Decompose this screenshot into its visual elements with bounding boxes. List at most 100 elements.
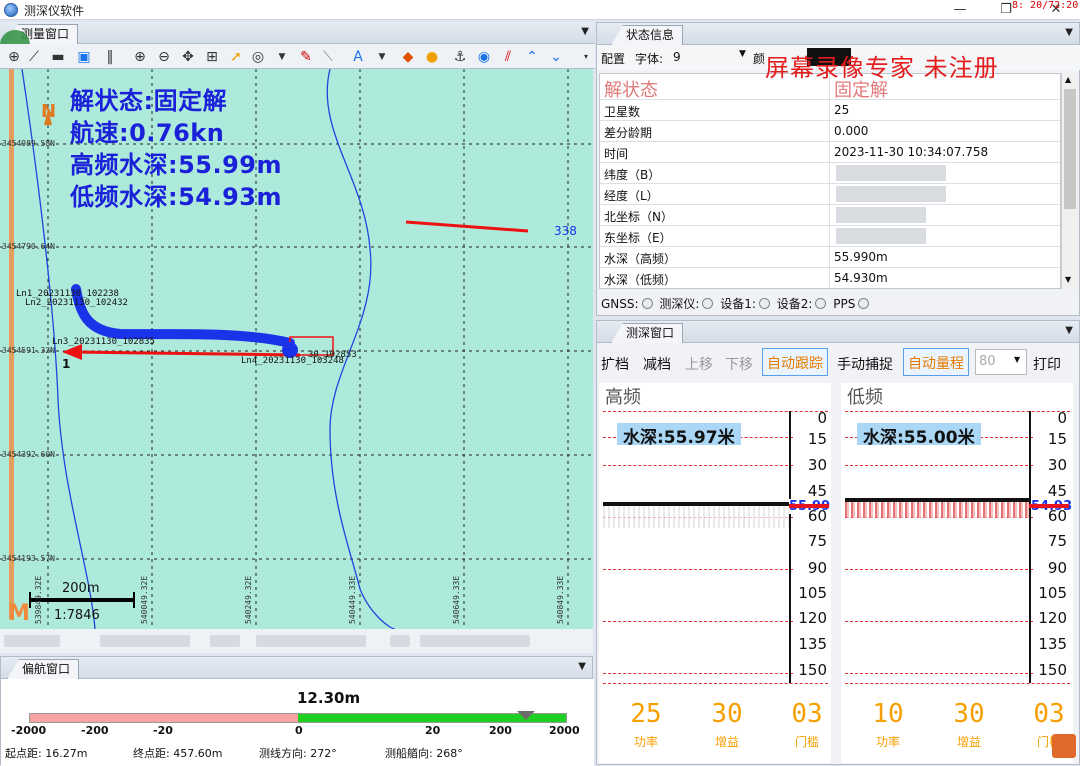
select-icon[interactable]: ➚ [228,49,244,65]
scroll-down-icon[interactable]: ▼ [1065,275,1071,284]
chevron-down-icon[interactable]: ▼ [578,661,586,672]
pause-icon[interactable]: ‖ [102,49,118,65]
status-scrollbar[interactable]: ▲ ▼ [1061,73,1079,289]
image-icon[interactable]: ▣ [76,49,92,65]
table-row: 东坐标（E） [600,226,1060,247]
low-threshold-value: 03 [1033,699,1065,729]
table-row: 北坐标（N） [600,205,1060,226]
gain-label: 增益 [714,735,739,749]
expand-button[interactable]: 扩档 [601,354,629,374]
device1-label: 设备1: [720,297,756,311]
truck-icon[interactable]: ▬ [50,49,66,65]
nav-tick: 2000 [549,724,580,737]
zoom-out-icon[interactable]: ⊖ [156,49,172,65]
nav-tick: -200 [81,724,109,737]
auto-range-button[interactable]: 自动量程 [903,348,969,376]
zoom-box-icon[interactable]: ⊞ [204,49,220,65]
up-icon[interactable]: ⌃ [524,49,540,65]
high-threshold-value: 03 [791,699,823,729]
location-icon[interactable]: ◉ [476,49,492,65]
table-row: 水深（高频） 55.990m [600,247,1060,268]
gnss-indicator-icon [641,298,653,309]
low-freq-depth-axis [1029,411,1031,683]
chevron-down-icon[interactable]: ▼ [739,49,746,59]
tab-sounder-window[interactable]: 测深窗口 [611,323,684,343]
row-value: 0.000 [834,124,869,138]
print-button[interactable]: 打印 [1033,354,1061,374]
auto-track-button[interactable]: 自动跟踪 [762,348,828,376]
down-icon[interactable]: ⌄ [548,49,564,65]
start-marker: 1 [62,357,71,371]
y-coord-label: 3454591.32N [2,346,55,355]
toolbar-overflow-icon[interactable]: ▾ [578,49,594,65]
row-value: 25 [834,103,850,117]
chevron-down-icon[interactable]: ▼ [1065,27,1073,38]
zoom-in-icon[interactable]: ⊕ [132,49,148,65]
x-coord-label: 540249.32E [244,575,253,624]
scale-label: 75 [1047,532,1067,550]
scale-label: 135 [1038,635,1067,653]
scale-label: 15 [1047,430,1067,448]
scale-label: 120 [798,609,827,627]
minimize-button[interactable]: — [940,0,980,20]
map-canvas[interactable]: N 解状态:固定解 航速:0.76kn 高频水深:55.99m 低频水深:54.… [0,69,593,629]
ruler-icon[interactable]: ⟋ [26,49,42,65]
status-window-tabbar: 状态信息 ▼ [597,23,1079,45]
move-down-button[interactable]: 下移 [725,354,753,374]
move-up-button[interactable]: 上移 [685,354,713,374]
y-coord-label: 3454392.60N [2,450,55,459]
y-coord-label: 3454193.57N [2,554,55,563]
high-freq-depth-axis [789,411,791,683]
dropdown-icon[interactable]: ▼ [274,49,290,65]
range-select[interactable]: 80 ▼ [975,349,1027,375]
solution-status-text: 解状态:固定解 [70,87,228,115]
row-key: 经度（L） [604,189,659,203]
high-freq-title: 高频 [605,387,641,408]
reduce-button[interactable]: 减档 [643,354,671,374]
north-label: N [41,101,57,122]
chevron-down-icon[interactable]: ▼ [1065,325,1073,336]
row-key: 水深（高频） [604,252,677,266]
boat-icon[interactable]: ⚓ [452,49,468,65]
nav-tick: 200 [489,724,512,737]
scale-bar [30,598,134,602]
gps-icon[interactable]: ⊕ [6,49,22,65]
left-orange-band [9,69,14,619]
survey-line-main [74,350,301,357]
table-row: 纬度（B） [600,163,1060,184]
low-freq-echogram: 低频 水深:55.00米 54.93 0 15 30 45 60 75 90 1… [841,383,1073,763]
tab-nav-window[interactable]: 偏航窗口 [7,659,80,679]
wand-icon[interactable]: ⟍ [320,49,336,65]
nav-tick: 0 [295,724,303,737]
fire-icon[interactable]: ◆ [400,49,416,65]
sun-icon[interactable]: ● [424,49,440,65]
scroll-thumb[interactable] [1064,89,1076,209]
pps-label: PPS [833,297,856,311]
config-label[interactable]: 配置 [601,50,625,67]
scale-label: 45 [1047,482,1067,500]
line-label-ln4: Ln4_20231130_103248 [241,356,344,366]
pin-icon[interactable]: ✎ [298,49,314,65]
lines-icon[interactable]: ⫽ [500,49,516,65]
x-coord-label: 540049.32E [140,575,149,624]
font-size-select[interactable]: 9 [673,50,681,64]
recorder-tray-icon[interactable] [1052,734,1076,758]
globe-icon[interactable]: ◎ [250,49,266,65]
pan-icon[interactable]: ✥ [180,49,196,65]
dropdown-icon[interactable]: ▼ [374,49,390,65]
high-freq-depth-text: 高频水深:55.99m [70,151,283,179]
manual-capture-button[interactable]: 手动捕捉 [837,354,893,374]
row-key: 卫星数 [604,105,641,119]
table-row: 时间 2023-11-30 10:34:07.758 [600,142,1060,163]
scale-label: 150 [798,661,827,679]
blurred-value [836,207,926,223]
chevron-down-icon[interactable]: ▼ [581,26,589,37]
pps-indicator-icon [858,298,870,309]
offset-value: 12.30m [297,689,361,707]
scroll-up-icon[interactable]: ▲ [1065,75,1071,84]
nav-tick: 20 [425,724,441,737]
corner-marker: M [8,601,30,626]
scale-label: 60 [1047,507,1067,525]
tab-status-window[interactable]: 状态信息 [611,25,684,45]
text-icon[interactable]: A [350,49,366,65]
